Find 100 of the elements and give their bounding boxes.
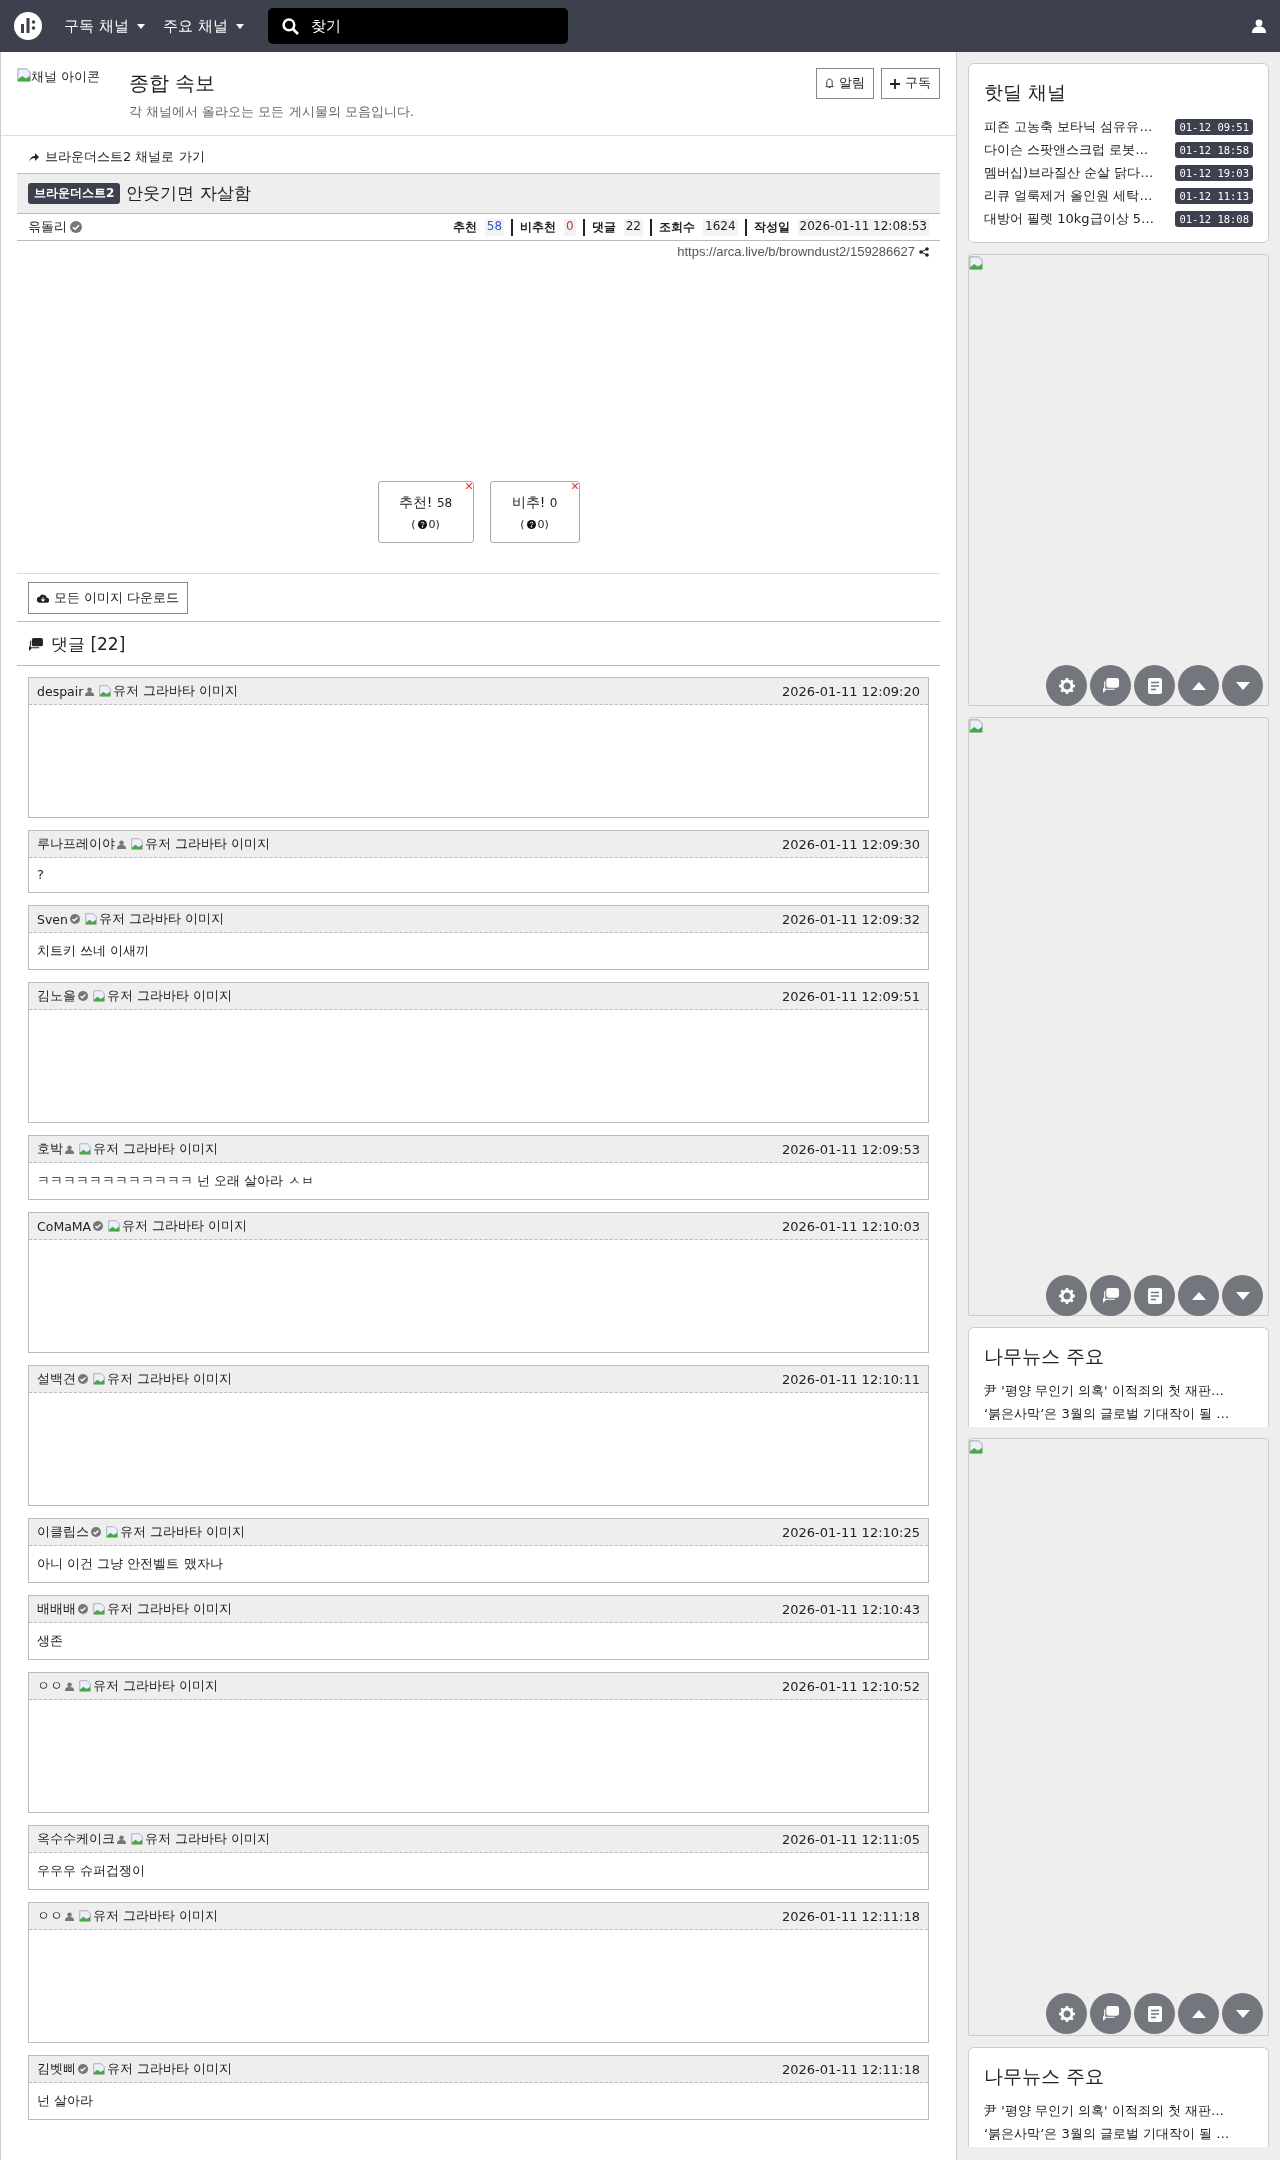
news-link[interactable]: ‘붉은사막’은 3월의 글로벌 기대작이 될 … [984,2125,1253,2143]
download-all-images-button[interactable]: 모든 이미지 다운로드 [28,582,189,614]
stat-value: 0 [564,218,576,236]
news-link[interactable]: ‘붉은사막’은 3월의 글로벌 기대작이 될 … [984,1405,1253,1423]
avatar-alt-text: 유저 그라바타 이미지 [93,1677,218,1695]
share-icon[interactable] [919,246,929,257]
avatar-alt-text: 유저 그라바타 이미지 [107,1600,232,1618]
plus-icon [890,78,900,89]
news-link[interactable]: 尹 '평양 무인기 의혹' 이적죄의 첫 재판… [984,2102,1253,2120]
avatar-alt-text: 유저 그라바타 이미지 [145,1830,270,1848]
settings-icon [1058,2005,1075,2022]
stat-value: 1624 [703,218,738,236]
broken-image-icon [969,1440,983,1454]
comment-time: 2026-01-11 12:10:25 [781,1524,920,1540]
stat-label: 작성일 [753,218,790,236]
stat-label: 조회수 [659,218,695,236]
avatar-alt-text: 유저 그라바타 이미지 [113,682,239,700]
logo-icon[interactable] [14,12,42,40]
comment-time: 2026-01-11 12:09:53 [781,1141,920,1157]
news-link[interactable]: 尹 '평양 무인기 의혹' 이적죄의 첫 재판… [984,1382,1253,1400]
card-title: 나무뉴스 주요 [984,1344,1106,1369]
upvote-button[interactable]: 추천! 58 ( 0) [377,481,474,543]
comments-icon [1102,678,1119,693]
comments-icon [1102,1288,1119,1303]
caret-icon [235,23,244,29]
triangle-up-icon [1191,681,1206,690]
comment-text: 치트키 쓰네 이새끼 [37,943,150,958]
subscribe-button[interactable]: 구독 [881,68,940,99]
comment-time: 2026-01-11 12:11:18 [781,1908,920,1924]
avatar-alt-text: 유저 그라바타 이미지 [120,1523,245,1541]
nav-dropdown[interactable]: 구독 채널 [64,12,145,40]
comments-icon [28,638,43,651]
downvote-button[interactable]: 비추! 0 ( 0) [489,481,580,543]
comment-author[interactable]: 김노을 [37,987,76,1005]
bell-icon [825,78,834,89]
broken-image-icon [106,1526,118,1538]
post-url[interactable]: https://arca.live/b/browndust2/159286627 [677,244,915,259]
date-badge: 01-12 09:51 [1175,119,1253,135]
broken-image-icon [93,1603,105,1615]
hotdeal-link[interactable]: 피죤 고농축 보타닉 섬유유… [984,118,1153,136]
stat-label: 비추천 [520,218,557,236]
broken-image-icon [84,913,97,925]
avatar-alt-text: 유저 그라바타 이미지 [122,1217,248,1235]
user-icon[interactable] [1252,19,1266,33]
hotdeal-link[interactable]: 대방어 필렛 10kg급이상 5… [984,210,1154,228]
stat-label: 추천 [452,218,477,236]
hotdeal-link[interactable]: 리큐 얼룩제거 올인원 세탁… [984,187,1153,205]
settings-icon [1058,677,1075,694]
back-to-channel-link[interactable]: 브라운더스트2 채널로 가기 [17,136,940,173]
avatar-alt-text: 유저 그라바타 이미지 [93,1907,218,1925]
author-name[interactable]: 윾돌리 [28,218,67,236]
triangle-down-icon [1235,1291,1250,1300]
comment-text: 아니 이건 그냥 안전벨트 맸자나 [37,1556,223,1571]
notify-button[interactable]: 알림 [816,68,874,99]
channel-icon-alt-text: 채널 아이콘 [31,68,101,86]
comment-author[interactable]: 루나프레이야 [37,835,115,853]
date-badge: 01-12 19:03 [1175,165,1253,181]
broken-image-icon [108,1220,121,1232]
question-icon [526,519,536,529]
comment-author[interactable]: 옥수수케이크 [37,1830,115,1848]
broken-image-icon [99,685,112,697]
comment-text: 넌 살아라 [37,2093,94,2108]
avatar-alt-text: 유저 그라바타 이미지 [93,1140,218,1158]
comment-text: 우우우 슈퍼겁쟁이 [37,1863,146,1878]
broken-image-icon [79,1680,91,1692]
comment-time: 2026-01-11 12:09:20 [781,683,920,699]
nav-dropdown[interactable]: 주요 채널 [162,12,244,40]
question-icon [417,519,427,529]
comment-time: 2026-01-11 12:10:43 [781,1601,920,1617]
comment-author[interactable]: 호박 [37,1140,63,1158]
broken-image-icon [131,1833,143,1845]
triangle-down-icon [1235,681,1250,690]
hotdeal-link[interactable]: 다이슨 스팟앤스크럽 로봇… [984,141,1149,159]
triangle-up-icon [1191,2009,1206,2018]
comment-author[interactable]: Sven [37,911,68,927]
comment-author[interactable]: CoMaMA [37,1218,92,1234]
document-icon [1147,1287,1162,1304]
post-title: 안웃기면 자살함 [126,182,251,205]
date-badge: 01-12 11:13 [1175,188,1253,204]
avatar-alt-text: 유저 그라바타 이미지 [107,1370,232,1388]
hotdeal-link[interactable]: 멤버십)브라질산 순살 닭다… [984,164,1154,182]
comment-author[interactable]: 이클립스 [37,1523,89,1541]
comment-author[interactable]: 설백견 [37,1370,76,1388]
comment-author[interactable]: ㅇㅇ [37,1677,63,1695]
comment-author[interactable]: 배배배 [37,1600,76,1618]
broken-image-icon [969,256,983,270]
caret-icon [136,23,145,29]
close-icon[interactable] [571,483,578,489]
card-title: 핫딜 채널 [984,80,1068,105]
comment-author[interactable]: despair [37,683,84,699]
avatar-alt-text: 유저 그라바타 이미지 [98,910,224,928]
comment-text: ? [37,867,44,882]
close-icon[interactable] [465,483,472,489]
triangle-down-icon [1235,2009,1250,2018]
cloud-icon [37,593,49,603]
comments-icon [1102,2006,1119,2021]
comment-author[interactable]: 김벳삐 [37,2060,76,2078]
comment-author[interactable]: ㅇㅇ [37,1907,63,1925]
stat-label: 댓글 [591,218,616,236]
triangle-up-icon [1191,1291,1206,1300]
